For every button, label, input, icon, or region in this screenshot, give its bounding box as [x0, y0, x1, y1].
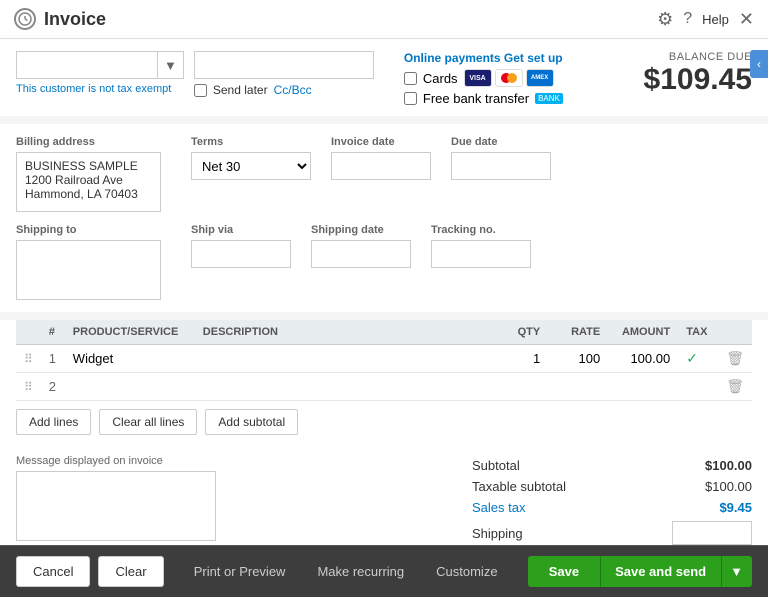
col-amount: AMOUNT	[608, 320, 678, 345]
shipping-to-label: Shipping to	[16, 224, 161, 236]
col-description: DESCRIPTION	[195, 320, 488, 345]
terms-label: Terms	[191, 136, 311, 148]
sales-tax-value: $9.45	[682, 500, 752, 515]
save-and-send-button[interactable]: Save and send	[600, 556, 721, 587]
product-1[interactable]: Widget	[65, 345, 195, 373]
balance-due-amount: $109.45	[644, 63, 752, 97]
shipping-date-input[interactable]	[311, 240, 411, 268]
cancel-button[interactable]: Cancel	[16, 556, 90, 587]
tax-check-1[interactable]: ✓	[678, 345, 718, 373]
send-later-label: Send later	[213, 83, 268, 97]
col-qty: QTY	[488, 320, 548, 345]
product-2[interactable]	[65, 373, 195, 401]
customize-button[interactable]: Customize	[424, 557, 509, 586]
help-label: Help	[702, 12, 729, 27]
cc-bcc-button[interactable]: Cc/Bcc	[274, 83, 312, 97]
ship-via-label: Ship via	[191, 224, 291, 236]
clock-icon	[14, 8, 36, 30]
clear-all-lines-button[interactable]: Clear all lines	[99, 409, 197, 435]
send-later-checkbox[interactable]	[194, 84, 207, 97]
amex-icon: AMEX	[526, 69, 554, 87]
col-drag	[16, 320, 41, 345]
tracking-label: Tracking no.	[431, 224, 531, 236]
totals: Subtotal $100.00 Taxable subtotal $100.0…	[472, 455, 752, 545]
cards-label: Cards	[423, 71, 458, 86]
close-icon[interactable]: ✕	[739, 9, 754, 30]
terms-select[interactable]: Net 30 Net 15 Net 60 Due on receipt	[191, 152, 311, 180]
col-rate: RATE	[548, 320, 608, 345]
shipping-input[interactable]	[672, 521, 752, 545]
add-lines-button[interactable]: Add lines	[16, 409, 91, 435]
row-num-1: 1	[41, 345, 65, 373]
description-1[interactable]	[195, 345, 488, 373]
drag-handle[interactable]: ⠿	[24, 380, 33, 394]
due-date-label: Due date	[451, 136, 551, 148]
mastercard-icon	[495, 69, 523, 87]
card-icons: VISA AMEX	[464, 69, 554, 87]
bank-label: Free bank transfer	[423, 91, 529, 106]
tracking-input[interactable]	[431, 240, 531, 268]
shipping-date-label: Shipping date	[311, 224, 411, 236]
make-recurring-button[interactable]: Make recurring	[305, 557, 416, 586]
tax-exempt-label[interactable]: This customer is not tax exempt	[16, 83, 184, 95]
invoice-date-label: Invoice date	[331, 136, 431, 148]
subtotal-value: $100.00	[682, 458, 752, 473]
online-payments-title: Online payments Get set up	[404, 51, 563, 65]
collapse-panel-button[interactable]: ‹	[750, 50, 768, 78]
table-row: ⠿ 2 🗑	[16, 373, 752, 401]
bank-transfer-checkbox[interactable]	[404, 92, 417, 105]
taxable-subtotal-label: Taxable subtotal	[472, 479, 566, 494]
save-send-dropdown-button[interactable]: ▼	[721, 556, 752, 587]
drag-handle[interactable]: ⠿	[24, 352, 33, 366]
settings-icon[interactable]: ⚙	[657, 9, 673, 30]
subtotal-label: Subtotal	[472, 458, 520, 473]
message-label: Message displayed on invoice	[16, 455, 452, 467]
rate-1[interactable]: 100	[548, 345, 608, 373]
bank-badge: BANK	[535, 93, 563, 104]
invoice-date-input[interactable]: 01/01/2019	[331, 152, 431, 180]
message-textarea[interactable]	[16, 471, 216, 541]
print-preview-button[interactable]: Print or Preview	[182, 557, 298, 586]
billing-address-label: Billing address	[16, 136, 161, 148]
table-actions: Add lines Clear all lines Add subtotal	[16, 409, 752, 435]
visa-icon: VISA	[464, 69, 492, 87]
tax-check-2[interactable]	[678, 373, 718, 401]
help-icon[interactable]: ?	[683, 10, 692, 28]
save-button[interactable]: Save	[528, 556, 600, 587]
add-subtotal-button[interactable]: Add subtotal	[205, 409, 298, 435]
col-tax: TAX	[678, 320, 718, 345]
shipping-label: Shipping	[472, 526, 523, 541]
table-row: ⠿ 1 Widget 1 100 100.00 ✓ 🗑	[16, 345, 752, 373]
col-product: PRODUCT/SERVICE	[65, 320, 195, 345]
page-title: Invoice	[44, 9, 106, 30]
invoice-table: # PRODUCT/SERVICE DESCRIPTION QTY RATE A…	[16, 320, 752, 401]
amount-2	[608, 373, 678, 401]
cards-checkbox[interactable]	[404, 72, 417, 85]
shipping-to-box[interactable]	[16, 240, 161, 300]
rate-2[interactable]	[548, 373, 608, 401]
customer-dropdown-arrow[interactable]: ▼	[157, 52, 183, 78]
clear-button[interactable]: Clear	[98, 556, 163, 587]
customer-input[interactable]: BUSINESS SAMPLE	[17, 58, 157, 73]
billing-address-box[interactable]: BUSINESS SAMPLE 1200 Railroad Ave Hammon…	[16, 152, 161, 212]
balance-due-label: BALANCE DUE	[644, 51, 752, 63]
description-2[interactable]	[195, 373, 488, 401]
email-field[interactable]: cor@sample.com	[194, 51, 374, 79]
ship-via-input[interactable]	[191, 240, 291, 268]
terms-dropdown[interactable]: Net 30 Net 15 Net 60 Due on receipt	[192, 158, 310, 175]
amount-1: 100.00	[608, 345, 678, 373]
customer-select[interactable]: BUSINESS SAMPLE ▼	[16, 51, 184, 79]
delete-row-2[interactable]: 🗑	[726, 378, 744, 394]
sales-tax-label[interactable]: Sales tax	[472, 500, 525, 515]
delete-row-1[interactable]: 🗑	[726, 350, 744, 366]
due-date-input[interactable]: 01/31/2019	[451, 152, 551, 180]
col-action	[718, 320, 752, 345]
col-num: #	[41, 320, 65, 345]
setup-link[interactable]: Get set up	[504, 51, 563, 65]
taxable-subtotal-value: $100.00	[682, 479, 752, 494]
qty-1[interactable]: 1	[488, 345, 548, 373]
row-num-2: 2	[41, 373, 65, 401]
qty-2[interactable]	[488, 373, 548, 401]
